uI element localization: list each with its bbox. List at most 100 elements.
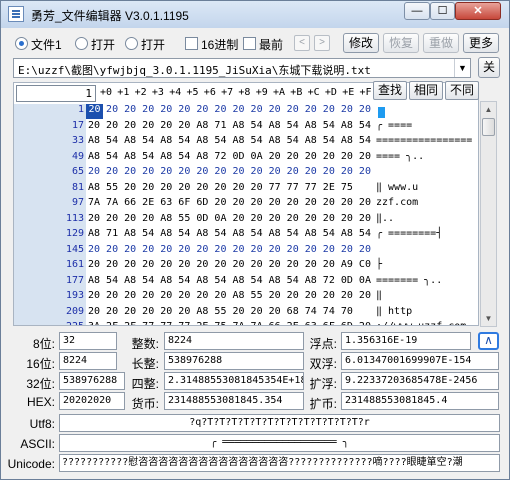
row-hex-bytes[interactable]: 20 20 20 20 20 20 A8 71 A8 54 A8 54 A8 5…: [88, 120, 371, 131]
bit16-field[interactable]: 8224: [59, 352, 117, 370]
hex-row[interactable]: 113 20 20 20 20 A8 55 0D 0A 20 20 20 20 2…: [14, 213, 374, 229]
hex-row[interactable]: 193 20 20 20 20 20 20 20 20 A8 55 20 20 2…: [14, 290, 374, 306]
hex-view[interactable]: 1 +0 +1 +2 +3 +4 +5 +6 +7 +8 +9 +A +B +C +D +E +F 1 20 2…: [13, 82, 479, 326]
row-hex-bytes[interactable]: 20 20 20 20 20 20 20 20 20 20 20 20 20 2…: [88, 166, 371, 177]
row-offset: 17: [71, 119, 84, 131]
expand-button[interactable]: ∧: [478, 332, 499, 350]
same-button[interactable]: 相同: [409, 81, 443, 100]
close-file-button[interactable]: 关: [478, 57, 500, 78]
find-button[interactable]: 查找: [373, 81, 407, 100]
float-field[interactable]: 1.356316E-19: [341, 332, 471, 350]
hex-field[interactable]: 20202020: [59, 392, 125, 410]
row-offset: 33: [71, 135, 84, 146]
hex-row[interactable]: 81 A8 55 20 20 20 20 20 20 20 20 77 77 77…: [14, 182, 374, 198]
maximize-button[interactable]: ☐: [430, 2, 455, 20]
chevron-down-icon[interactable]: ▼: [454, 59, 470, 77]
row-hex-bytes[interactable]: A8 54 A8 54 A8 54 A8 54 A8 54 A8 54 A8 7…: [88, 275, 371, 286]
ascii-row: ‖ http: [376, 305, 413, 317]
redo-button[interactable]: 重做: [423, 33, 459, 53]
quad-field[interactable]: 2.31488553081845354E+18: [164, 372, 304, 390]
open1-label[interactable]: 打开: [91, 36, 115, 53]
ascii-row: zzf.com: [376, 197, 419, 208]
scroll-down-icon[interactable]: ▼: [481, 311, 496, 326]
row-hex-bytes[interactable]: 20 20 20 20 20 20 20 20 20 20 20 20 20 2…: [88, 244, 371, 255]
hex-row[interactable]: 177 A8 54 A8 54 A8 54 A8 54 A8 54 A8 54 A…: [14, 275, 374, 291]
open1-radio[interactable]: [75, 37, 88, 50]
bit8-label: 8位:: [32, 337, 55, 351]
hex-row[interactable]: 1 20 20 20 20 20 20 20 20 20 20 20 20 20 …: [14, 104, 374, 120]
bit16-label: 16位:: [26, 357, 55, 371]
row-hex-bytes[interactable]: 20 20 20 20 A8 55 0D 0A 20 20 20 20 20 2…: [88, 213, 371, 224]
currency-field[interactable]: 231488553081845.354: [164, 392, 304, 410]
hex-row[interactable]: 33 A8 54 A8 54 A8 54 A8 54 A8 54 A8 54 A8…: [14, 135, 374, 151]
scroll-thumb[interactable]: [482, 118, 495, 136]
window-title: 勇芳_文件编辑器 V3.0.1.1195: [31, 9, 189, 23]
row-hex-bytes[interactable]: 20 20 20 20 20 20 20 20 A8 55 20 20 20 2…: [88, 290, 371, 301]
file1-label[interactable]: 文件1: [31, 36, 62, 53]
row-offset: 97: [71, 197, 84, 208]
row-offset: 193: [65, 290, 84, 301]
column-header-cell: +5: [186, 87, 199, 98]
column-header-cell: +D: [324, 87, 337, 98]
ascii-field[interactable]: ╭ ═══════════════════ ╮: [59, 434, 500, 452]
hex-row[interactable]: 49 A8 54 A8 54 A8 54 A8 72 0D 0A 20 20 20…: [14, 151, 374, 167]
file1-radio[interactable]: [15, 37, 28, 50]
hex-row[interactable]: 17 20 20 20 20 20 20 A8 71 A8 54 A8 54 A8…: [14, 120, 374, 136]
hex-row[interactable]: 97 7A 7A 66 2E 63 6F 6D 20 20 20 20 20 20…: [14, 197, 374, 213]
more-button[interactable]: 更多: [463, 33, 499, 53]
offset-input[interactable]: 1: [16, 85, 96, 102]
column-header-cell: +1: [117, 87, 130, 98]
double-field[interactable]: 6.01347001699907E-154: [341, 352, 499, 370]
column-header-cell: +0: [100, 87, 113, 98]
row-offset: 209: [65, 305, 84, 317]
utf8-field[interactable]: ?q?T?T?T?T?T?T?T?T?T?T?T?T?T?r: [59, 414, 500, 432]
prev-button[interactable]: <: [294, 35, 310, 51]
row-hex-bytes[interactable]: A8 55 20 20 20 20 20 20 20 20 77 77 77 2…: [88, 182, 353, 193]
row-hex-bytes[interactable]: A8 71 A8 54 A8 54 A8 54 A8 54 A8 54 A8 5…: [88, 228, 371, 239]
row-hex-bytes[interactable]: 7A 7A 66 2E 63 6F 6D 20 20 20 20 20 20 2…: [88, 197, 371, 208]
hex-row[interactable]: 209 20 20 20 20 20 20 A8 55 20 20 20 68 7…: [14, 306, 374, 322]
row-hex-bytes[interactable]: A8 54 A8 54 A8 54 A8 72 0D 0A 20 20 20 2…: [88, 151, 371, 162]
ascii-row: ‖: [376, 290, 383, 301]
row-offset: 49: [71, 150, 84, 162]
hex16-checkbox[interactable]: [185, 37, 198, 50]
expcurrency-field[interactable]: 231488553081845.4: [341, 392, 499, 410]
long-field[interactable]: 538976288: [164, 352, 304, 370]
ext-field[interactable]: 9.22337203685478E-2456: [341, 372, 499, 390]
toolbar: 文件1 打开 打开 16进制 最前 < > 修改 恢复 重做 更多: [7, 31, 503, 55]
bit32-field[interactable]: 538976288: [59, 372, 125, 390]
column-header-cell: +F: [359, 87, 372, 98]
row-hex-bytes[interactable]: 20 20 20 20 20 20 20 20 20 20 20 20 20 2…: [88, 104, 371, 115]
hex16-label[interactable]: 16进制: [201, 36, 238, 53]
vertical-scrollbar[interactable]: ▲ ▼: [480, 101, 497, 327]
open2-label[interactable]: 打开: [141, 36, 165, 53]
ascii-pane[interactable]: ╭ ==== ================ ==== ╮.. ‖ www.u zzf…: [376, 104, 476, 325]
recent-label[interactable]: 最前: [259, 36, 283, 53]
recent-checkbox[interactable]: [243, 37, 256, 50]
modify-button[interactable]: 修改: [343, 33, 379, 53]
minimize-button[interactable]: —: [404, 2, 430, 20]
hex-row[interactable]: 225 3A 2F 2F 77 77 77 2E 75 7A 7A 66 2E 6…: [14, 321, 374, 325]
column-header-cell: +9: [255, 87, 268, 98]
diff-button[interactable]: 不同: [445, 81, 479, 100]
restore-button[interactable]: 恢复: [383, 33, 419, 53]
selected-byte[interactable]: 20: [86, 104, 103, 119]
unicode-field[interactable]: ???????????慰咨咨咨咨咨咨咨咨咨咨咨咨咨咨咨?????????????…: [59, 454, 500, 472]
file-path-combo[interactable]: E:\uzzf\截图\yfwjbjq_3.0.1.1195_JiSuXia\东城…: [13, 58, 471, 78]
row-hex-bytes[interactable]: 20 20 20 20 20 20 A8 55 20 20 20 68 74 7…: [88, 306, 353, 317]
hex-row[interactable]: 129 A8 71 A8 54 A8 54 A8 54 A8 54 A8 54 A…: [14, 228, 374, 244]
double-label: 双浮:: [309, 357, 337, 371]
row-hex-bytes[interactable]: 20 20 20 20 20 20 20 20 20 20 20 20 20 2…: [88, 259, 371, 270]
next-button[interactable]: >: [314, 35, 330, 51]
scroll-up-icon[interactable]: ▲: [481, 102, 496, 117]
int-field[interactable]: 8224: [164, 332, 304, 350]
open2-radio[interactable]: [125, 37, 138, 50]
hex-row[interactable]: 161 20 20 20 20 20 20 20 20 20 20 20 20 2…: [14, 259, 374, 275]
row-hex-bytes[interactable]: 3A 2F 2F 77 77 77 2E 75 7A 7A 66 2E 63 6…: [88, 321, 371, 325]
row-offset: 145: [65, 243, 84, 255]
hex-row[interactable]: 145 20 20 20 20 20 20 20 20 20 20 20 20 2…: [14, 244, 374, 260]
row-hex-bytes[interactable]: A8 54 A8 54 A8 54 A8 54 A8 54 A8 54 A8 5…: [88, 135, 371, 146]
bit8-field[interactable]: 32: [59, 332, 117, 350]
close-button[interactable]: ✕: [455, 2, 501, 20]
hex-row[interactable]: 65 20 20 20 20 20 20 20 20 20 20 20 20 20…: [14, 166, 374, 182]
